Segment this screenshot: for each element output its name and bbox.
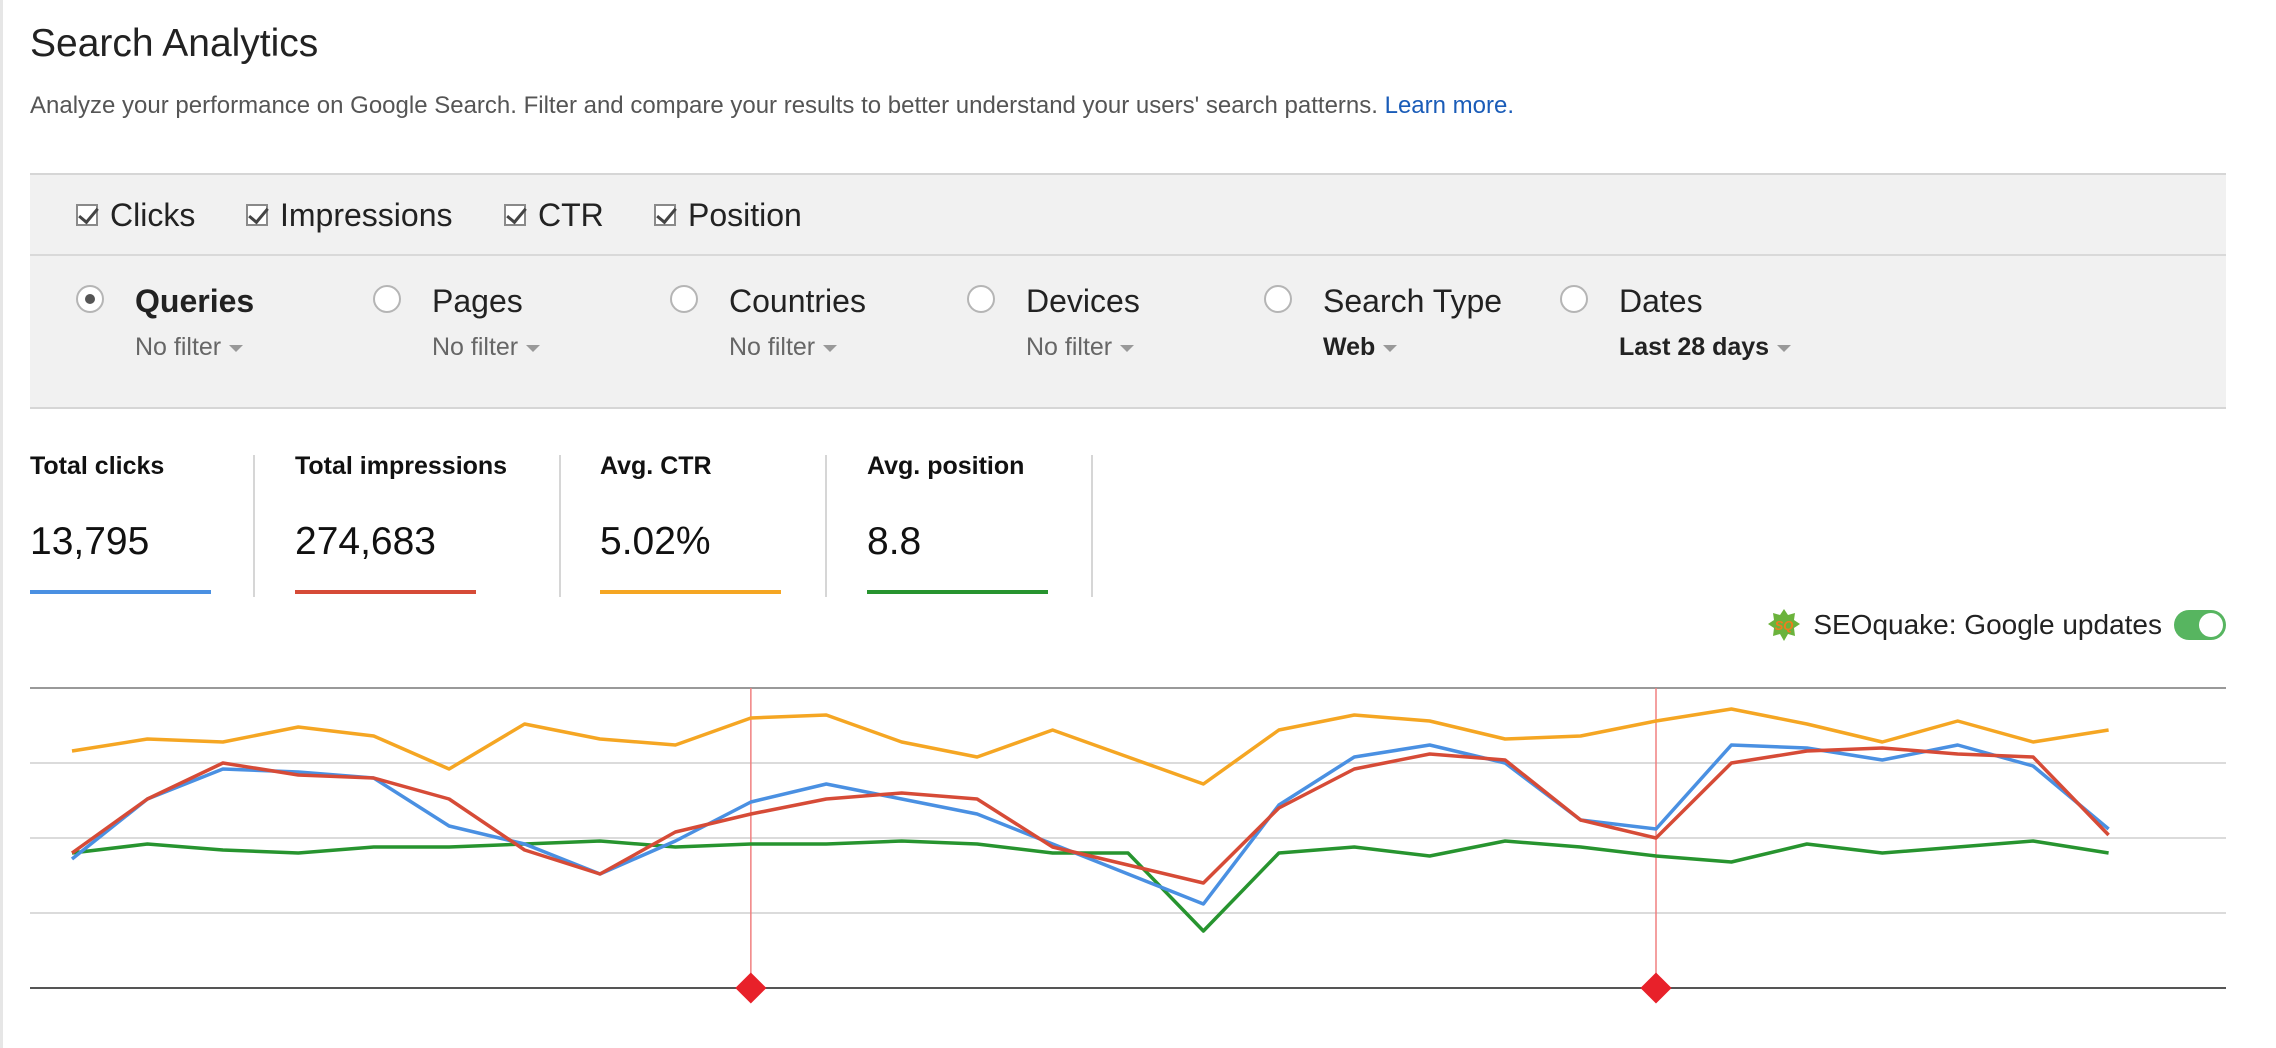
seoquake-logo-text: SQ [1775, 618, 1794, 633]
queries-label: Queries [135, 283, 255, 319]
clicks-color-bar [30, 590, 211, 594]
series-line-1 [70, 746, 2110, 885]
total-impressions-label: Total impressions [295, 452, 508, 480]
filters-panel: Clicks Impressions CTR Position Queries … [30, 173, 2226, 409]
impressions-color-bar [295, 590, 476, 594]
total-clicks-label: Total clicks [30, 452, 165, 480]
pages-filter-dropdown[interactable]: No filter [432, 333, 541, 362]
queries-filter-value: No filter [135, 333, 222, 361]
avg-position-label: Avg. position [867, 452, 1025, 480]
caret-down-icon [1777, 344, 1792, 352]
position-checkbox[interactable]: Position [654, 197, 802, 233]
page-subtitle: Analyze your performance on Google Searc… [30, 92, 1514, 120]
caret-down-icon [229, 344, 244, 352]
total-clicks-value: 13,795 [30, 520, 150, 563]
seoquake-label: SEOquake: Google updates [1813, 609, 2162, 640]
google-update-diamond-marker[interactable] [1640, 972, 1672, 1004]
series-line-0 [70, 743, 2110, 906]
impressions-checkbox[interactable]: Impressions [246, 197, 453, 233]
performance-chart [30, 687, 2226, 1004]
page-title: Search Analytics [30, 22, 319, 65]
google-update-diamond-marker[interactable] [735, 972, 767, 1004]
pages-label: Pages [432, 283, 523, 319]
devices-radio[interactable] [967, 285, 995, 313]
pages-filter-value: No filter [432, 333, 519, 361]
queries-filter-dropdown[interactable]: No filter [135, 333, 244, 362]
ctr-checkbox-label: CTR [538, 196, 604, 233]
caret-down-icon [1120, 344, 1135, 352]
seoquake-logo-icon: SQ [1768, 609, 1801, 641]
avg-position-value: 8.8 [867, 520, 922, 563]
seoquake-updates-control: SQ SEOquake: Google updates [1767, 603, 2226, 647]
impressions-checkbox-label: Impressions [280, 196, 453, 233]
dates-radio[interactable] [1560, 285, 1588, 313]
stat-divider [253, 455, 255, 597]
search-type-dropdown[interactable]: Web [1323, 333, 1398, 362]
clicks-checkbox-label: Clicks [110, 196, 196, 233]
countries-filter-value: No filter [729, 333, 816, 361]
countries-radio[interactable] [670, 285, 698, 313]
countries-filter-dropdown[interactable]: No filter [729, 333, 838, 362]
ctr-checkbox[interactable]: CTR [504, 197, 604, 233]
caret-down-icon [1383, 344, 1398, 352]
countries-label: Countries [729, 283, 866, 319]
total-impressions-value: 274,683 [295, 520, 436, 563]
metric-checkboxes: Clicks Impressions CTR Position [30, 175, 2226, 256]
avg-ctr-value: 5.02% [600, 520, 711, 563]
dates-dropdown[interactable]: Last 28 days [1619, 333, 1792, 362]
subtitle-text: Analyze your performance on Google Searc… [30, 92, 1378, 119]
clicks-checkbox[interactable]: Clicks [76, 197, 195, 233]
position-color-bar [867, 590, 1048, 594]
pages-radio[interactable] [373, 285, 401, 313]
update-markers [735, 688, 1672, 1004]
checkbox-checked-icon [654, 204, 676, 226]
checkbox-checked-icon [246, 204, 268, 226]
search-type-value: Web [1323, 333, 1376, 361]
caret-down-icon [823, 344, 838, 352]
search-type-radio[interactable] [1264, 285, 1292, 313]
left-border [0, 0, 3, 1048]
checkbox-checked-icon [504, 204, 526, 226]
learn-more-link[interactable]: Learn more. [1385, 92, 1514, 119]
dates-label: Dates [1619, 283, 1703, 319]
seoquake-toggle[interactable] [2174, 610, 2226, 640]
position-checkbox-label: Position [688, 196, 802, 233]
devices-filter-dropdown[interactable]: No filter [1026, 333, 1135, 362]
ctr-color-bar [600, 590, 781, 594]
avg-ctr-label: Avg. CTR [600, 452, 712, 480]
caret-down-icon [526, 344, 541, 352]
queries-radio[interactable] [76, 285, 104, 313]
stat-divider [559, 455, 561, 597]
stat-divider [825, 455, 827, 597]
dates-value: Last 28 days [1619, 333, 1770, 361]
devices-filter-value: No filter [1026, 333, 1113, 361]
checkbox-checked-icon [76, 204, 98, 226]
search-type-label: Search Type [1323, 283, 1503, 319]
devices-label: Devices [1026, 283, 1140, 319]
chart-series [70, 707, 2110, 933]
stat-divider [1091, 455, 1093, 597]
